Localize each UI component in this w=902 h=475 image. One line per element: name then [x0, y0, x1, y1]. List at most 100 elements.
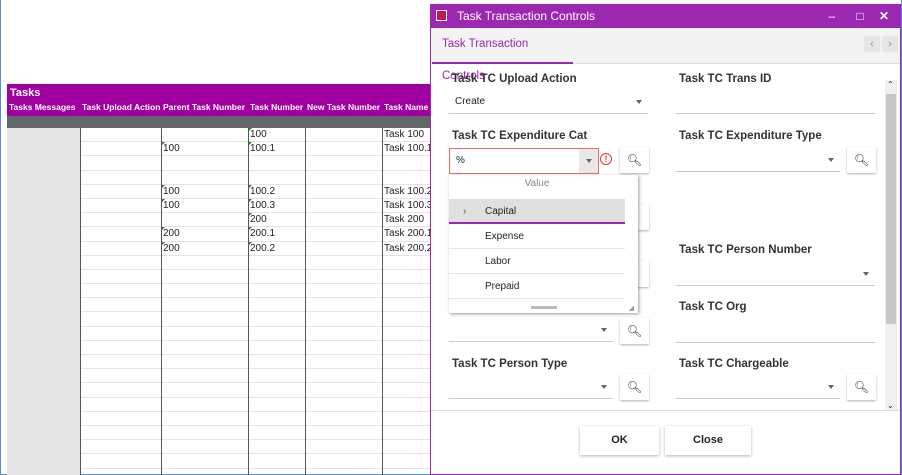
option-labor[interactable]: Labor [449, 249, 625, 274]
table-cell[interactable] [80, 199, 161, 213]
table-cell[interactable] [7, 185, 80, 199]
table-cell[interactable]: 200 [161, 241, 248, 256]
table-cell[interactable] [80, 156, 161, 170]
table-cell[interactable] [305, 171, 382, 185]
table-cell[interactable] [305, 142, 382, 156]
table-cell[interactable] [305, 128, 382, 142]
table-cell[interactable] [382, 171, 432, 185]
expenditure-cat-select[interactable]: % [449, 148, 599, 174]
table-cell[interactable] [80, 142, 161, 156]
table-cell[interactable] [161, 156, 248, 170]
trans-id-input[interactable] [676, 90, 875, 114]
table-cell[interactable]: Task 200 [382, 213, 432, 227]
table-cell[interactable] [80, 185, 161, 199]
col-header[interactable]: Tasks Messages [9, 102, 75, 112]
option-prepaid[interactable]: Prepaid [449, 274, 625, 299]
table-cell[interactable]: 100 [161, 198, 248, 213]
option-label: Labor [485, 256, 511, 267]
table-cell[interactable] [80, 227, 161, 241]
table-cell[interactable] [80, 171, 161, 185]
person-type-select[interactable] [449, 375, 613, 399]
minimize-icon[interactable]: – [820, 4, 844, 28]
table-cell[interactable] [305, 185, 382, 199]
cell-text: 100 [163, 185, 180, 197]
table-cell[interactable]: 100 [161, 184, 248, 199]
col-header[interactable]: Task Upload Action [82, 102, 160, 112]
option-capital[interactable]: › Capital [449, 199, 625, 224]
table-cell[interactable] [7, 156, 80, 170]
search-button[interactable]: 🔍︎ [847, 374, 876, 400]
table-cell[interactable] [80, 242, 161, 256]
table-cell[interactable]: Task 100.2 [382, 185, 432, 199]
table-cell[interactable] [161, 213, 248, 227]
table-cell[interactable]: 200 [161, 227, 248, 241]
close-button[interactable]: Close [665, 426, 751, 455]
resize-grip-icon[interactable]: ◢ [629, 304, 634, 312]
cell-text: 200.2 [250, 242, 276, 254]
table-cell[interactable] [7, 213, 80, 227]
table-cell[interactable]: 200 [248, 213, 305, 227]
table-cell[interactable] [80, 213, 161, 227]
field-label: Task TC Upload Action [452, 73, 577, 85]
table-cell[interactable] [7, 227, 80, 241]
table-cell[interactable] [161, 171, 248, 185]
search-button[interactable]: 🔍︎ [620, 374, 649, 400]
tab-task-transaction-controls[interactable]: Task Transaction Controls [432, 28, 573, 82]
table-cell[interactable] [248, 171, 305, 185]
table-cell[interactable] [305, 242, 382, 256]
table-cell[interactable] [382, 156, 432, 170]
hidden-field-select[interactable] [449, 318, 613, 342]
table-cell[interactable] [80, 128, 161, 142]
chevron-down-icon[interactable]: ⌄ [887, 401, 894, 410]
table-cell[interactable]: Task 100 [382, 128, 432, 142]
ok-button[interactable]: OK [580, 426, 659, 455]
table-cell[interactable]: Task 200.2 [382, 242, 432, 256]
dialog-title: Task Transaction Controls [457, 9, 596, 23]
table-cell[interactable]: Task 100.3 [382, 199, 432, 213]
table-cell[interactable]: 100.1 [248, 142, 305, 156]
table-cell[interactable]: 200.1 [248, 227, 305, 241]
table-cell[interactable] [7, 128, 80, 142]
col-header[interactable]: Task Number [250, 102, 303, 112]
chargeable-select[interactable] [676, 375, 840, 399]
col-header[interactable]: Parent Task Number [163, 102, 245, 112]
table-cell[interactable] [7, 199, 80, 213]
search-button[interactable]: 🔍︎ [620, 318, 649, 344]
scrollbar-thumb[interactable] [886, 94, 896, 324]
table-cell[interactable] [7, 171, 80, 185]
table-cell[interactable]: 100 [248, 128, 305, 142]
upload-action-select[interactable]: Create [449, 90, 648, 114]
table-cell[interactable] [305, 227, 382, 241]
dropdown-arrow-icon [586, 159, 592, 163]
table-cell[interactable]: 100 [161, 142, 248, 156]
expenditure-type-select[interactable] [676, 148, 840, 172]
table-cell[interactable] [305, 199, 382, 213]
table-cell[interactable]: 100.3 [248, 198, 305, 213]
table-cell[interactable]: Task 200.1 [382, 227, 432, 241]
table-cell[interactable] [248, 156, 305, 170]
sheet-title: Tasks [10, 87, 41, 99]
chevron-left-icon[interactable]: ‹ [864, 36, 880, 52]
search-button[interactable]: 🔍︎ [620, 147, 649, 173]
table-cell[interactable] [7, 142, 80, 156]
col-header[interactable]: Task Name [384, 102, 428, 112]
option-expense[interactable]: Expense [449, 224, 625, 249]
table-cell[interactable] [305, 156, 382, 170]
table-cell[interactable] [305, 213, 382, 227]
dropdown-button[interactable] [579, 149, 598, 173]
maximize-icon[interactable]: □ [848, 4, 872, 28]
col-header[interactable]: New Task Number [307, 102, 380, 112]
table-cell[interactable]: Task 100.1 [382, 142, 432, 156]
chevron-up-icon[interactable]: ⌃ [887, 80, 894, 89]
search-button[interactable]: 🔍︎ [847, 147, 876, 173]
chevron-right-icon[interactable]: › [882, 36, 898, 52]
dropdown-scrollbar[interactable] [531, 306, 557, 309]
table-cell[interactable] [7, 242, 80, 256]
org-input[interactable] [676, 319, 875, 343]
scrollbar[interactable]: ⌃ ⌄ [885, 80, 897, 410]
table-cell[interactable]: 100.2 [248, 184, 305, 199]
table-cell[interactable] [161, 128, 248, 142]
close-icon[interactable]: ✕ [872, 4, 896, 28]
table-cell[interactable]: 200.2 [248, 241, 305, 256]
person-number-select[interactable] [676, 262, 875, 286]
